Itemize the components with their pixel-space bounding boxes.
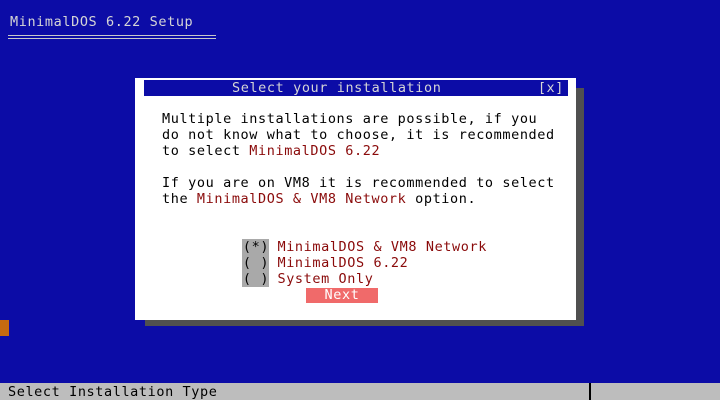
option-label[interactable]: System Only <box>277 271 373 287</box>
dialog-title: Select your installation <box>232 80 442 96</box>
recommended-product: MinimalDOS 6.22 <box>249 143 381 159</box>
dialog-titlebar: Select your installation [x] <box>144 80 568 96</box>
status-divider <box>589 383 591 400</box>
title-underline <box>8 35 216 39</box>
setup-title: MinimalDOS 6.22 Setup <box>10 14 194 30</box>
description-line-1: Multiple installations are possible, if … <box>162 111 538 127</box>
vm8-line-1: If you are on VM8 it is recommended to s… <box>162 175 555 191</box>
vm8-text-prefix: the <box>162 191 197 207</box>
next-button[interactable]: Next <box>306 288 378 303</box>
radio-button[interactable]: ( ) <box>242 271 270 287</box>
description-line-2: do not know what to choose, it is recomm… <box>162 127 555 143</box>
status-text: Select Installation Type <box>8 384 218 400</box>
close-button[interactable]: [x] <box>538 80 564 96</box>
description-text: to select <box>162 143 250 159</box>
vm8-text-suffix: option. <box>406 191 477 207</box>
vm8-recommended-option: MinimalDOS & VM8 Network <box>196 191 407 207</box>
vm8-line-2: the MinimalDOS & VM8 Network option. <box>162 191 476 207</box>
status-bar: Select Installation Type <box>0 383 720 400</box>
description-line-3: to select MinimalDOS 6.22 <box>162 143 380 159</box>
edge-marker <box>0 320 9 336</box>
option-system-only[interactable]: ( ) System Only <box>225 255 373 287</box>
